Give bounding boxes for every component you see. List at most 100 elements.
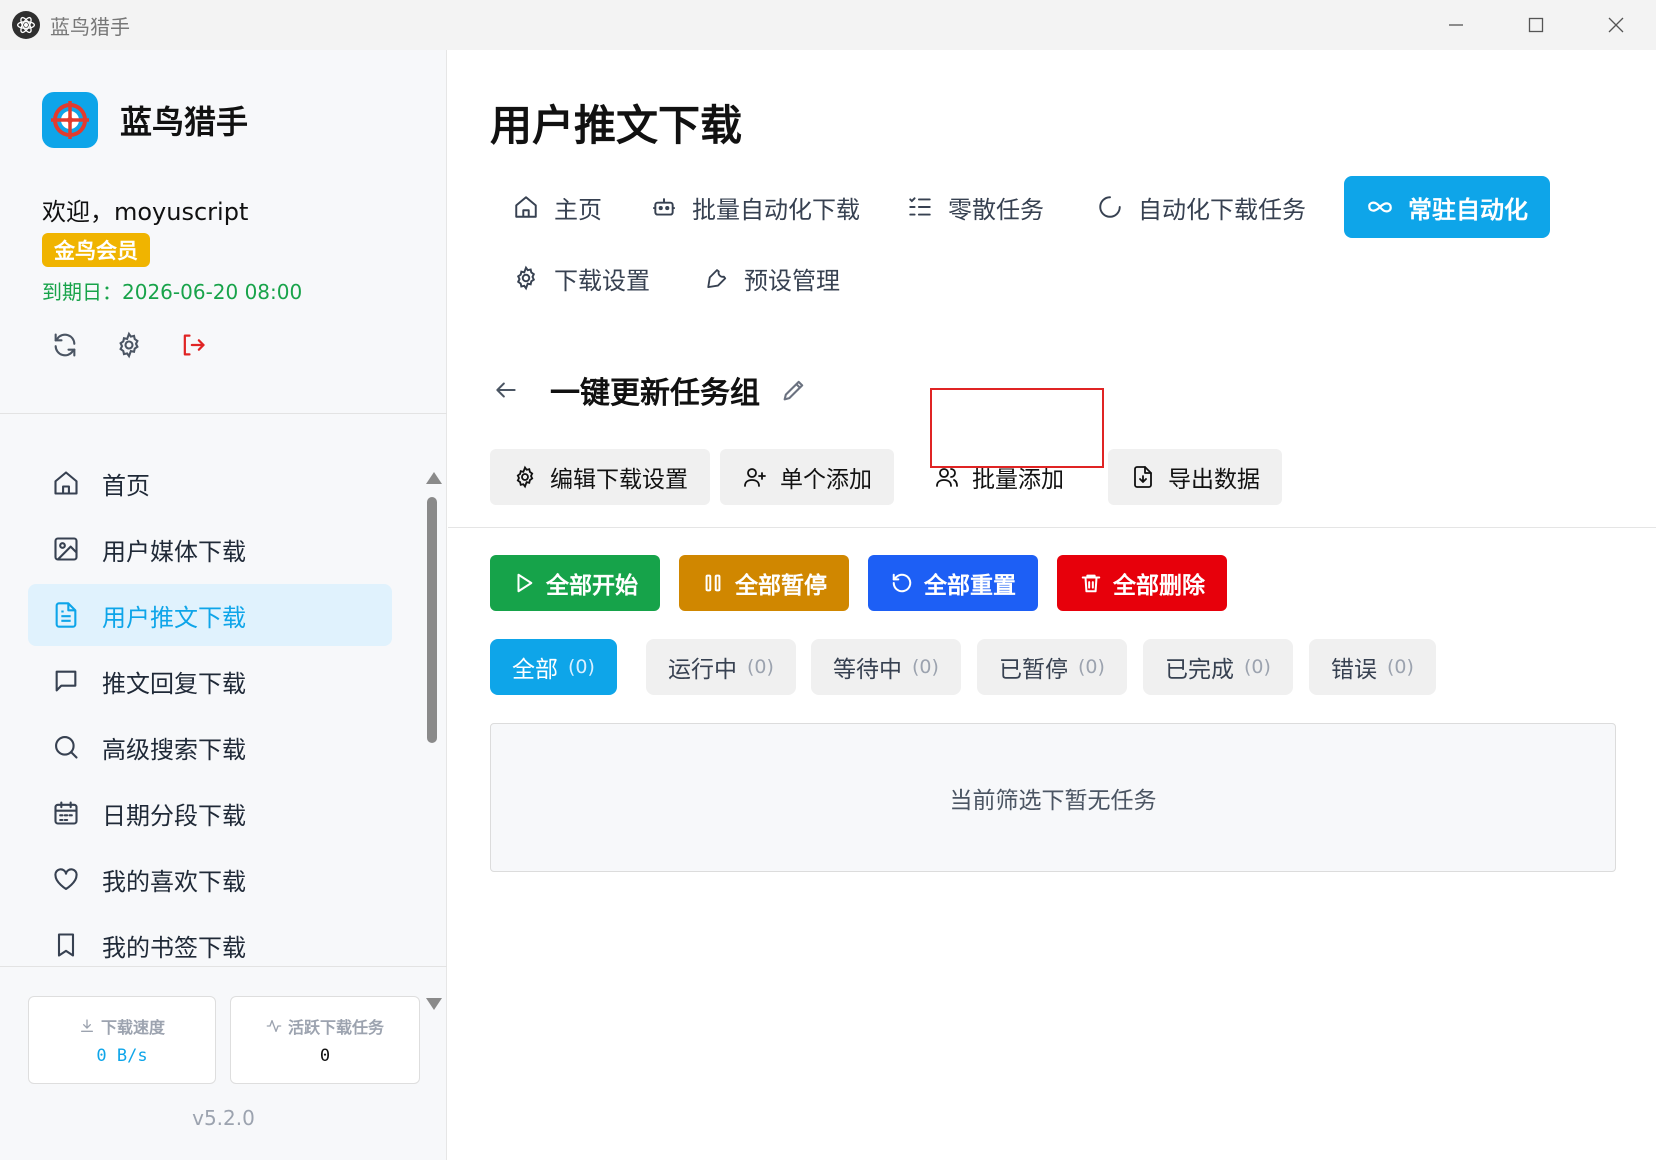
filter-label: 运行中: [668, 657, 737, 683]
active-tasks-value: 0: [319, 1046, 331, 1066]
filter-count: (0): [912, 656, 939, 678]
sidebar-item-date-range[interactable]: 日期分段下载: [28, 782, 392, 844]
member-badge: 金鸟会员: [42, 233, 150, 267]
logout-button[interactable]: [178, 330, 208, 360]
start-all-button[interactable]: 全部开始: [490, 555, 660, 611]
tab-persistent-automation[interactable]: 常驻自动化: [1344, 176, 1550, 238]
tab-label: 预设管理: [744, 266, 840, 295]
tab-auto-download-tasks[interactable]: 自动化下载任务: [1074, 176, 1328, 238]
infinity-icon: [1366, 193, 1394, 221]
scroll-down-arrow-icon[interactable]: [426, 998, 442, 1010]
trash-icon: [1079, 571, 1103, 595]
home-icon: [512, 193, 540, 221]
maximize-icon: [1528, 17, 1544, 33]
add-single-button[interactable]: 单个添加: [720, 449, 894, 505]
button-label: 单个添加: [780, 467, 872, 493]
home-icon: [50, 467, 82, 499]
list-check-icon: [906, 193, 934, 221]
scroll-up-arrow-icon[interactable]: [426, 472, 442, 484]
sidebar-item-home[interactable]: 首页: [28, 452, 392, 514]
scroll-thumb[interactable]: [427, 497, 437, 743]
sidebar-item-user-media[interactable]: 用户媒体下载: [28, 518, 392, 580]
gear-icon: [512, 264, 540, 292]
sidebar-item-label: 高级搜索下载: [102, 735, 246, 764]
logout-icon: [183, 334, 205, 356]
sidebar-item-label: 用户推文下载: [102, 603, 246, 632]
minimize-button[interactable]: [1416, 0, 1496, 50]
expiry-date: 到期日：2026-06-20 08:00: [42, 280, 303, 304]
filter-running[interactable]: 运行中 (0): [646, 639, 796, 695]
divider: [0, 413, 447, 414]
image-icon: [50, 533, 82, 565]
tab-scattered-tasks[interactable]: 零散任务: [884, 176, 1066, 238]
activity-icon: [266, 1020, 282, 1032]
welcome-text: 欢迎，moyuscript: [42, 198, 249, 226]
bookmark-icon: [50, 929, 82, 960]
download-speed-value: 0 B/s: [96, 1046, 148, 1066]
play-icon: [512, 571, 536, 595]
task-group-header: 一键更新任务组: [490, 368, 810, 412]
sidebar-item-label: 首页: [102, 471, 150, 500]
filter-count: (0): [1078, 656, 1105, 678]
delete-all-button[interactable]: 全部删除: [1057, 555, 1227, 611]
maximize-button[interactable]: [1496, 0, 1576, 50]
sidebar-item-label: 用户媒体下载: [102, 537, 246, 566]
active-tasks-card: 活跃下载任务 0: [230, 996, 420, 1084]
button-label: 全部暂停: [735, 573, 827, 599]
filter-label: 已完成: [1165, 657, 1234, 683]
robot-icon: [650, 193, 678, 221]
page-title: 用户推文下载: [490, 101, 743, 150]
tab-label: 常驻自动化: [1408, 195, 1528, 224]
filter-label: 等待中: [833, 657, 902, 683]
refresh-button[interactable]: [50, 330, 80, 360]
divider: [448, 527, 1656, 528]
pencil-icon: [783, 380, 804, 401]
button-label: 全部重置: [924, 573, 1016, 599]
tab-label: 自动化下载任务: [1138, 195, 1306, 224]
sidebar-scrollbar[interactable]: [422, 420, 442, 1010]
tab-preset-management[interactable]: 预设管理: [680, 247, 862, 309]
account-actions: [50, 330, 208, 360]
filter-all[interactable]: 全部 (0): [490, 639, 617, 695]
filter-waiting[interactable]: 等待中 (0): [811, 639, 961, 695]
wrench-icon: [702, 264, 730, 292]
tab-batch-auto-download[interactable]: 批量自动化下载: [628, 176, 882, 238]
filter-completed[interactable]: 已完成 (0): [1143, 639, 1293, 695]
task-list-empty-state: 当前筛选下暂无任务: [490, 723, 1616, 872]
sidebar-item-likes[interactable]: 我的喜欢下载: [28, 848, 392, 910]
minimize-icon: [1449, 24, 1463, 26]
filter-count: (0): [568, 656, 595, 678]
filter-error[interactable]: 错误 (0): [1309, 639, 1436, 695]
pause-icon: [701, 571, 725, 595]
brand-name: 蓝鸟猎手: [120, 103, 249, 141]
tab-download-settings[interactable]: 下载设置: [490, 247, 672, 309]
export-data-button[interactable]: 导出数据: [1108, 449, 1282, 505]
button-label: 全部删除: [1113, 573, 1205, 599]
sidebar-item-user-tweets[interactable]: 用户推文下载: [28, 584, 392, 646]
filter-paused[interactable]: 已暂停 (0): [977, 639, 1127, 695]
pause-all-button[interactable]: 全部暂停: [679, 555, 849, 611]
reset-all-button[interactable]: 全部重置: [868, 555, 1038, 611]
reset-icon: [890, 571, 914, 595]
settings-button[interactable]: [114, 330, 144, 360]
close-button[interactable]: [1576, 0, 1656, 50]
comment-icon: [50, 665, 82, 697]
version-label: v5.2.0: [192, 1106, 255, 1130]
edit-download-settings-button[interactable]: 编辑下载设置: [490, 449, 710, 505]
sidebar-item-bookmarks[interactable]: 我的书签下载: [28, 914, 392, 960]
tab-label: 批量自动化下载: [692, 195, 860, 224]
brand: 蓝鸟猎手: [42, 92, 248, 148]
filter-count: (0): [1244, 656, 1271, 678]
gear-icon: [512, 464, 538, 490]
sidebar-item-advanced-search[interactable]: 高级搜索下载: [28, 716, 392, 778]
sidebar-item-tweet-replies[interactable]: 推文回复下载: [28, 650, 392, 712]
filter-label: 错误: [1331, 657, 1377, 683]
search-icon: [50, 731, 82, 763]
calendar-icon: [50, 797, 82, 829]
tab-home[interactable]: 主页: [490, 176, 624, 238]
heart-icon: [50, 863, 82, 895]
back-button[interactable]: [490, 374, 522, 406]
task-group-title: 一键更新任务组: [550, 376, 760, 411]
edit-title-button[interactable]: [778, 374, 810, 406]
arrow-left-icon: [496, 382, 516, 398]
